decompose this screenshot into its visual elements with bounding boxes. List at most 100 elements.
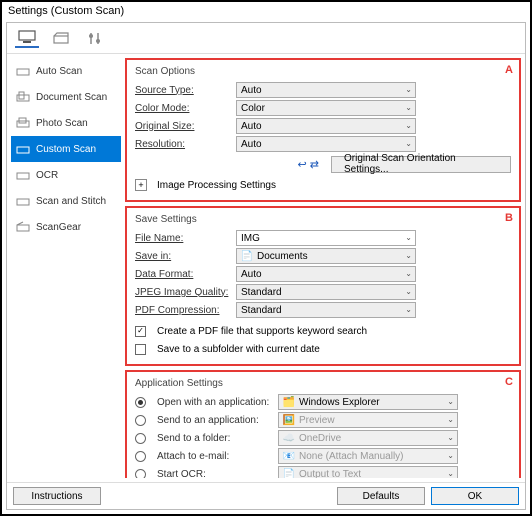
panel-application-settings: C Application Settings Open with an appl… <box>125 370 521 478</box>
send-app-select[interactable]: 🖼️Preview⌄ <box>278 412 458 428</box>
chevron-down-icon: ⌄ <box>447 451 454 460</box>
original-size-label: Original Size: <box>135 121 230 132</box>
toolbar <box>7 23 525 53</box>
window-title: Settings (Custom Scan) <box>2 2 530 20</box>
save-in-label: Save in: <box>135 251 230 262</box>
sidebar-item-label: Document Scan <box>36 92 107 103</box>
email-icon: 📧 <box>283 450 295 462</box>
sidebar-item-ocr[interactable]: OCR <box>11 162 121 188</box>
onedrive-icon: ☁️ <box>283 432 295 444</box>
panel-header: Save Settings <box>135 214 511 225</box>
chevron-down-icon: ⌄ <box>447 433 454 442</box>
panel-letter-c: C <box>505 376 513 388</box>
chevron-down-icon: ⌄ <box>405 121 412 130</box>
source-type-select[interactable]: Auto⌄ <box>236 82 416 98</box>
start-ocr-label: Start OCR: <box>157 469 272 479</box>
sidebar-item-label: Custom Scan <box>36 144 96 155</box>
sidebar: Auto Scan Document Scan Photo Scan Custo… <box>11 58 121 478</box>
open-app-radio[interactable] <box>135 397 146 408</box>
custom-scan-icon <box>16 142 30 156</box>
attach-email-select[interactable]: 📧None (Attach Manually)⌄ <box>278 448 458 464</box>
open-app-label: Open with an application: <box>157 397 272 408</box>
attach-email-label: Attach to e-mail: <box>157 451 272 462</box>
sidebar-item-custom-scan[interactable]: Custom Scan <box>11 136 121 162</box>
chevron-down-icon: ⌄ <box>447 397 454 406</box>
start-ocr-radio[interactable] <box>135 469 146 479</box>
subfolder-checkbox[interactable] <box>135 344 146 355</box>
pdf-compression-select[interactable]: Standard⌄ <box>236 302 416 318</box>
keyword-search-label: Create a PDF file that supports keyword … <box>157 326 367 337</box>
panel-header: Scan Options <box>135 66 511 77</box>
jpeg-quality-select[interactable]: Standard⌄ <box>236 284 416 300</box>
send-app-label: Send to an application: <box>157 415 272 426</box>
chevron-down-icon: ⌄ <box>405 287 412 296</box>
sidebar-item-label: OCR <box>36 170 58 181</box>
attach-email-radio[interactable] <box>135 451 146 462</box>
stitch-icon <box>16 194 30 208</box>
text-output-icon: 📄 <box>283 468 295 478</box>
resolution-select[interactable]: Auto⌄ <box>236 136 416 152</box>
scangear-icon <box>16 220 30 234</box>
data-format-select[interactable]: Auto⌄ <box>236 266 416 282</box>
chevron-down-icon: ⌄ <box>447 415 454 424</box>
explorer-icon: 🗂️ <box>283 396 295 408</box>
scan-from-panel-icon[interactable] <box>49 28 73 48</box>
send-folder-label: Send to a folder: <box>157 433 272 444</box>
sidebar-item-label: Scan and Stitch <box>36 196 106 207</box>
chevron-down-icon: ⌄ <box>405 139 412 148</box>
source-type-label: Source Type: <box>135 85 230 96</box>
general-settings-icon[interactable] <box>83 28 107 48</box>
ocr-icon <box>16 168 30 182</box>
image-processing-label: Image Processing Settings <box>157 180 276 191</box>
sidebar-item-scan-and-stitch[interactable]: Scan and Stitch <box>11 188 121 214</box>
chevron-down-icon: ⌄ <box>405 251 412 260</box>
documents-folder-icon: 📄 <box>241 250 253 262</box>
instructions-button[interactable]: Instructions <box>13 487 101 505</box>
chevron-down-icon: ⌄ <box>405 233 412 242</box>
sidebar-item-label: Auto Scan <box>36 66 82 77</box>
document-scan-icon <box>16 90 30 104</box>
sidebar-item-label: Photo Scan <box>36 118 88 129</box>
orientation-settings-button[interactable]: Original Scan Orientation Settings... <box>331 156 511 173</box>
sidebar-item-auto-scan[interactable]: Auto Scan <box>11 58 121 84</box>
data-format-label: Data Format: <box>135 269 230 280</box>
file-name-label: File Name: <box>135 233 230 244</box>
send-folder-radio[interactable] <box>135 433 146 444</box>
save-in-select[interactable]: 📄Documents⌄ <box>236 248 416 264</box>
open-app-select[interactable]: 🗂️Windows Explorer⌄ <box>278 394 458 410</box>
file-name-input[interactable]: IMG⌄ <box>236 230 416 246</box>
panel-letter-a: A <box>505 64 513 76</box>
keyword-search-checkbox[interactable]: ✓ <box>135 326 146 337</box>
chevron-down-icon: ⌄ <box>405 103 412 112</box>
ok-button[interactable]: OK <box>431 487 519 505</box>
send-app-radio[interactable] <box>135 415 146 426</box>
chevron-down-icon: ⌄ <box>405 269 412 278</box>
resolution-label: Resolution: <box>135 139 230 150</box>
sidebar-item-photo-scan[interactable]: Photo Scan <box>11 110 121 136</box>
panel-letter-b: B <box>505 212 513 224</box>
defaults-button[interactable]: Defaults <box>337 487 425 505</box>
photo-scan-icon <box>16 116 30 130</box>
original-size-select[interactable]: Auto⌄ <box>236 118 416 134</box>
panel-scan-options: A Scan Options Source Type: Auto⌄ Color … <box>125 58 521 202</box>
scan-from-computer-icon[interactable] <box>15 28 39 48</box>
subfolder-label: Save to a subfolder with current date <box>157 344 320 355</box>
expand-image-processing-icon[interactable]: + <box>135 179 147 191</box>
sidebar-item-document-scan[interactable]: Document Scan <box>11 84 121 110</box>
panel-header: Application Settings <box>135 378 511 389</box>
start-ocr-select[interactable]: 📄Output to Text⌄ <box>278 466 458 478</box>
sidebar-item-label: ScanGear <box>36 222 81 233</box>
panel-save-settings: B Save Settings File Name: IMG⌄ Save in:… <box>125 206 521 366</box>
orientation-reset-icon[interactable]: ↩ ⇄ <box>298 158 320 171</box>
color-mode-select[interactable]: Color⌄ <box>236 100 416 116</box>
chevron-down-icon: ⌄ <box>405 305 412 314</box>
send-folder-select[interactable]: ☁️OneDrive⌄ <box>278 430 458 446</box>
jpeg-quality-label: JPEG Image Quality: <box>135 287 230 298</box>
auto-scan-icon <box>16 64 30 78</box>
preview-icon: 🖼️ <box>283 414 295 426</box>
sidebar-item-scangear[interactable]: ScanGear <box>11 214 121 240</box>
chevron-down-icon: ⌄ <box>447 469 454 478</box>
footer: Instructions Defaults OK <box>7 482 525 509</box>
chevron-down-icon: ⌄ <box>405 85 412 94</box>
pdf-compression-label: PDF Compression: <box>135 305 230 316</box>
